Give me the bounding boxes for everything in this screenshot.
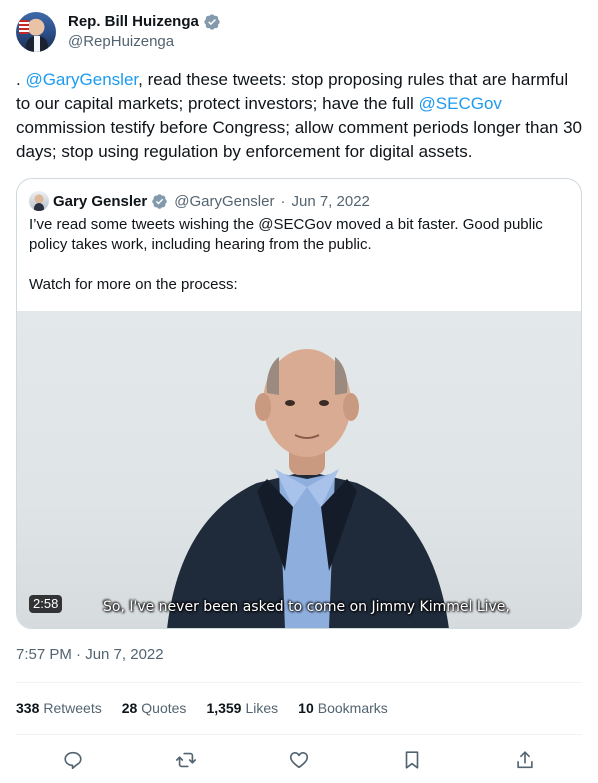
quoted-tweet-date: Jun 7, 2022: [291, 192, 370, 210]
bookmark-icon: [405, 751, 419, 769]
video-player[interactable]: 2:58 So, I've never been asked to come o…: [17, 311, 581, 628]
mention-link[interactable]: @GaryGensler: [25, 70, 138, 89]
separator-dot: ·: [280, 192, 286, 210]
divider: [16, 734, 582, 735]
author-avatar[interactable]: [16, 12, 56, 52]
quoted-tweet[interactable]: Gary Gensler @GaryGensler · Jun 7, 2022 …: [16, 178, 582, 629]
author-display-name[interactable]: Rep. Bill Huizenga: [68, 12, 199, 32]
reply-icon: [63, 751, 82, 770]
verified-badge-icon: [152, 193, 167, 209]
video-duration-badge: 2:58: [29, 595, 63, 613]
flag-image: [19, 20, 29, 34]
reply-button[interactable]: [59, 746, 87, 774]
share-button[interactable]: [511, 746, 539, 774]
share-icon: [517, 751, 534, 769]
quoted-tweet-text: I’ve read some tweets wishing the @SECGo…: [29, 216, 543, 293]
retweet-icon: [175, 752, 196, 768]
retweets-stat[interactable]: 338 Retweets: [16, 698, 102, 718]
like-button[interactable]: [285, 746, 313, 774]
verified-badge-icon: [204, 14, 220, 30]
author-handle[interactable]: @RepHuizenga: [68, 32, 221, 52]
bookmark-button[interactable]: [398, 746, 426, 774]
author-names: Rep. Bill Huizenga @RepHuizenga: [68, 12, 221, 52]
quoted-tweet-header: Gary Gensler @GaryGensler · Jun 7, 2022: [29, 191, 370, 211]
quoted-author-name: Gary Gensler: [53, 192, 148, 210]
likes-stat[interactable]: 1,359 Likes: [206, 698, 278, 718]
quoted-author-handle: @GaryGensler: [174, 192, 275, 210]
tweet-timestamp[interactable]: 7:57 PM · Jun 7, 2022: [16, 645, 164, 665]
video-thumbnail: [167, 349, 449, 628]
action-bar: [16, 746, 582, 774]
bookmarks-stat[interactable]: 10 Bookmarks: [298, 698, 388, 718]
quotes-stat[interactable]: 28 Quotes: [122, 698, 187, 718]
like-icon: [289, 752, 309, 769]
engagement-stats: 338 Retweets 28 Quotes 1,359 Likes 10 Bookma…: [16, 698, 388, 718]
quoted-author-avatar: [29, 191, 49, 211]
video-caption: So, I've never been asked to come on Jim…: [103, 599, 510, 615]
tweet-header: Rep. Bill Huizenga @RepHuizenga: [16, 12, 221, 52]
divider: [16, 682, 582, 683]
tweet-text: . @GaryGensler, read these tweets: stop …: [16, 70, 582, 161]
mention-link[interactable]: @SECGov: [419, 94, 502, 113]
retweet-button[interactable]: [172, 746, 200, 774]
